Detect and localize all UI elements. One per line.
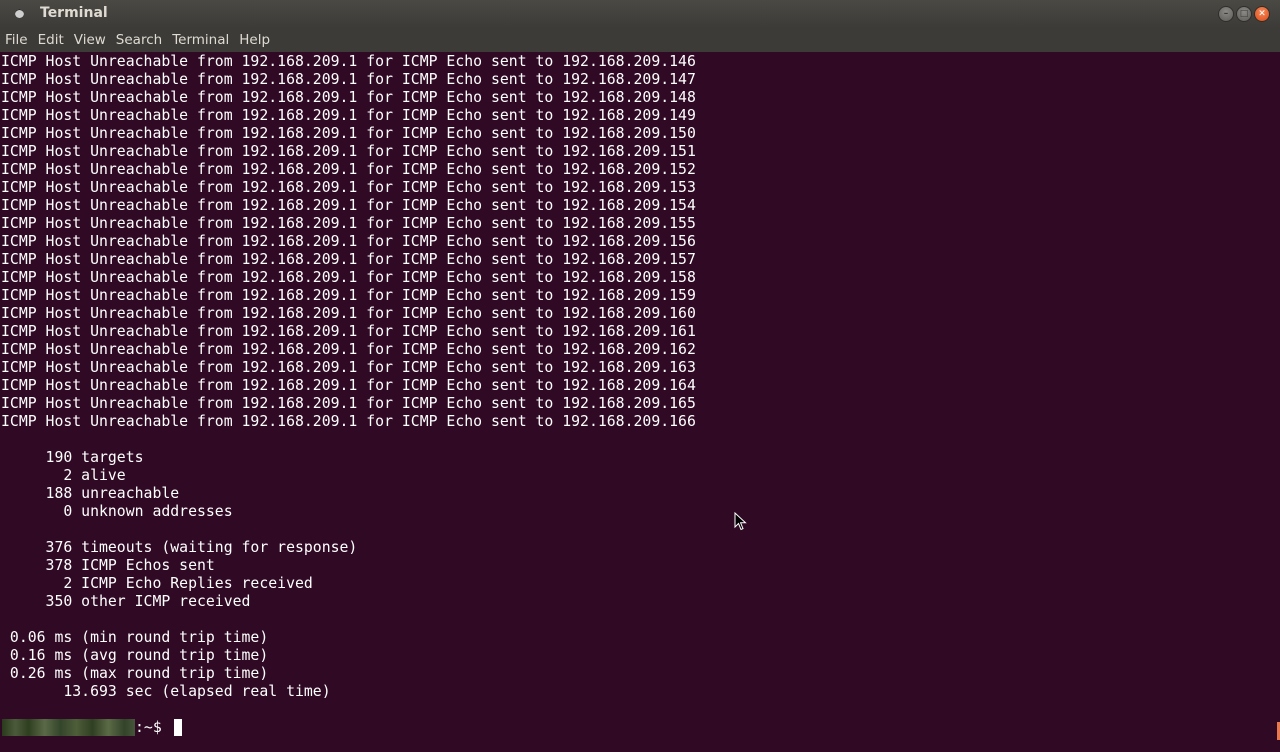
shell-prompt[interactable]: :~$ xyxy=(0,718,182,736)
terminal-line: 0.06 ms (min round trip time) xyxy=(1,629,269,646)
terminal-line: ICMP Host Unreachable from 192.168.209.1… xyxy=(1,179,696,196)
minimize-icon: – xyxy=(1223,9,1229,19)
menu-bar: File Edit View Search Terminal Help xyxy=(0,28,1280,52)
terminal-lines: ICMP Host Unreachable from 192.168.209.1… xyxy=(0,53,1280,701)
app-menu-icon[interactable] xyxy=(15,9,24,18)
terminal-window: Terminal – □ ✕ File Edit View Search Ter… xyxy=(0,0,1280,752)
mouse-pointer-icon xyxy=(734,512,747,531)
terminal-line: 0 unknown addresses xyxy=(1,503,233,520)
terminal-line: ICMP Host Unreachable from 192.168.209.1… xyxy=(1,215,696,232)
menu-search[interactable]: Search xyxy=(111,28,167,52)
menu-view[interactable]: View xyxy=(69,28,111,52)
terminal-line: 376 timeouts (waiting for response) xyxy=(1,539,358,556)
terminal-line: ICMP Host Unreachable from 192.168.209.1… xyxy=(1,143,696,160)
terminal-line: 350 other ICMP received xyxy=(1,593,251,610)
terminal-line: 190 targets xyxy=(1,449,144,466)
terminal-line: ICMP Host Unreachable from 192.168.209.1… xyxy=(1,197,696,214)
menu-terminal[interactable]: Terminal xyxy=(167,28,234,52)
terminal-line: ICMP Host Unreachable from 192.168.209.1… xyxy=(1,233,696,250)
terminal-line: ICMP Host Unreachable from 192.168.209.1… xyxy=(1,413,696,430)
terminal-line: 0.26 ms (max round trip time) xyxy=(1,665,269,682)
minimize-button[interactable]: – xyxy=(1218,6,1234,22)
terminal-line: ICMP Host Unreachable from 192.168.209.1… xyxy=(1,305,696,322)
terminal-line: ICMP Host Unreachable from 192.168.209.1… xyxy=(1,53,696,70)
terminal-line: ICMP Host Unreachable from 192.168.209.1… xyxy=(1,107,696,124)
terminal-line: ICMP Host Unreachable from 192.168.209.1… xyxy=(1,323,696,340)
window-title: Terminal xyxy=(40,5,108,21)
maximize-button[interactable]: □ xyxy=(1236,6,1252,22)
terminal-line: 2 alive xyxy=(1,467,126,484)
terminal-line: 13.693 sec (elapsed real time) xyxy=(1,683,331,700)
menu-file[interactable]: File xyxy=(0,28,33,52)
menu-help[interactable]: Help xyxy=(234,28,275,52)
terminal-line: ICMP Host Unreachable from 192.168.209.1… xyxy=(1,269,696,286)
terminal-line: ICMP Host Unreachable from 192.168.209.1… xyxy=(1,125,696,142)
terminal-line: 2 ICMP Echo Replies received xyxy=(1,575,313,592)
terminal-line: ICMP Host Unreachable from 192.168.209.1… xyxy=(1,395,696,412)
maximize-icon: □ xyxy=(1239,9,1249,19)
terminal-line: ICMP Host Unreachable from 192.168.209.1… xyxy=(1,359,696,376)
terminal-line: ICMP Host Unreachable from 192.168.209.1… xyxy=(1,161,696,178)
terminal-line: ICMP Host Unreachable from 192.168.209.1… xyxy=(1,71,696,88)
close-icon: ✕ xyxy=(1258,9,1266,19)
terminal-line: 0.16 ms (avg round trip time) xyxy=(1,647,269,664)
text-cursor xyxy=(173,718,182,736)
prompt-suffix: :~$ xyxy=(135,718,171,736)
close-button[interactable]: ✕ xyxy=(1254,6,1270,22)
terminal-line: 188 unreachable xyxy=(1,485,180,502)
menu-edit[interactable]: Edit xyxy=(33,28,69,52)
window-controls: – □ ✕ xyxy=(1218,6,1270,22)
terminal-line: ICMP Host Unreachable from 192.168.209.1… xyxy=(1,377,696,394)
title-bar[interactable]: Terminal – □ ✕ xyxy=(0,0,1280,28)
redacted-username xyxy=(2,718,135,736)
terminal-line: 378 ICMP Echos sent xyxy=(1,557,215,574)
terminal-line: ICMP Host Unreachable from 192.168.209.1… xyxy=(1,89,696,106)
terminal-output[interactable]: ICMP Host Unreachable from 192.168.209.1… xyxy=(0,53,1280,752)
terminal-line: ICMP Host Unreachable from 192.168.209.1… xyxy=(1,341,696,358)
terminal-line: ICMP Host Unreachable from 192.168.209.1… xyxy=(1,287,696,304)
terminal-line: ICMP Host Unreachable from 192.168.209.1… xyxy=(1,251,696,268)
